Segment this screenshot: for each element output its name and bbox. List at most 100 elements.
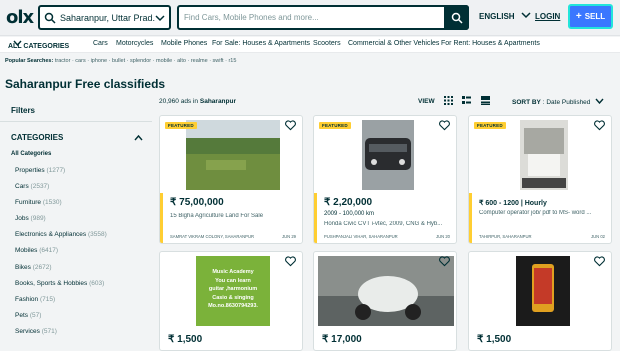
popular-searches: Popular Searches: tractor · cars · iphon… — [5, 58, 236, 64]
listing-price: ₹ 600 - 1200 | Hourly — [479, 200, 547, 207]
catbar-item-mobile-phones[interactable]: Mobile Phones — [161, 40, 207, 47]
listing-title: Honda Civic CVT i-vtec, 2009, CNG & Hyb.… — [324, 221, 443, 227]
category-count: (603) — [89, 279, 105, 287]
search-input[interactable]: Find Cars, Mobile Phones and more... — [177, 5, 469, 30]
listing-image — [516, 256, 570, 326]
results-count: 20,960 ads in Saharanpur — [159, 98, 236, 105]
listing-price: ₹ 2,20,000 — [324, 197, 373, 208]
featured-badge: FEATURED — [319, 122, 351, 129]
all-categories-menu[interactable]: ALL CATEGORIES — [8, 40, 69, 50]
login-link[interactable]: LOGIN — [535, 12, 560, 21]
listing-title: 15 Bigha Agriculture Land For Sale — [170, 213, 264, 219]
category-item[interactable]: Pets (57) — [15, 312, 107, 328]
category-item[interactable]: Furniture (1530) — [15, 199, 107, 215]
category-label: Mobiles — [15, 247, 38, 255]
category-count: (1530) — [42, 199, 62, 207]
listing-location: TAHIRPUR, SAHARANPUR — [479, 234, 532, 239]
location-select[interactable]: Saharanpur, Uttar Prad... — [38, 5, 171, 30]
category-count: (6417) — [39, 247, 59, 255]
heart-icon[interactable] — [594, 120, 605, 131]
listing-date: JUN 02 — [591, 234, 605, 239]
chevron-down-icon — [595, 98, 604, 105]
featured-strip — [314, 193, 317, 243]
category-label: Pets — [15, 311, 29, 319]
category-item[interactable]: Books, Sports & Hobbies (603) — [15, 280, 107, 296]
listing-card[interactable]: FEATURED ₹ 600 - 1200 | Hourly Computer … — [468, 115, 612, 244]
catbar-item-houses-rent[interactable]: For Rent: Houses & Apartments — [441, 40, 540, 47]
category-count: (2537) — [30, 183, 50, 191]
filters-heading: Filters — [11, 106, 36, 115]
search-button[interactable] — [444, 5, 469, 30]
listing-card[interactable]: Music Academy You can learn guitar ,harm… — [159, 251, 303, 351]
listing-card[interactable]: ₹ 17,000 — [313, 251, 457, 351]
heart-icon[interactable] — [439, 120, 450, 131]
category-count: (715) — [39, 295, 56, 303]
popular-search-terms[interactable]: tractor · cars · iphone · bullet · splen… — [55, 58, 237, 64]
heart-icon[interactable] — [285, 120, 296, 131]
catbar-item-commercial-vehicles[interactable]: Commercial & Other Vehicles — [348, 40, 439, 47]
results-place: Saharanpur — [199, 98, 236, 105]
listing-image — [318, 256, 454, 326]
featured-badge: FEATURED — [474, 122, 506, 129]
search-icon — [451, 12, 463, 24]
category-item[interactable]: Fashion (715) — [15, 296, 107, 312]
category-count: (3558) — [88, 231, 107, 239]
category-bar: ALL CATEGORIES Cars Motorcycles Mobile P… — [0, 37, 620, 53]
listing-image — [520, 120, 568, 190]
category-count: (57) — [29, 311, 42, 319]
sort-select[interactable]: SORT BY : Date Published — [512, 98, 604, 106]
chevron-up-icon[interactable] — [134, 134, 143, 141]
category-list: Properties (1277) Cars (2537) Furniture … — [15, 167, 107, 344]
listing-image — [186, 120, 280, 190]
page-title: Saharanpur Free classifieds — [5, 77, 166, 91]
category-item[interactable]: Bikes (2672) — [15, 264, 107, 280]
category-item[interactable]: Properties (1277) — [15, 167, 107, 183]
catbar-item-cars[interactable]: Cars — [93, 40, 108, 47]
listing-location: PUSHPANJALI VIHAR, SAHARANPUR — [324, 234, 398, 239]
category-item[interactable]: Mobiles (6417) — [15, 247, 107, 263]
olx-logo[interactable]: olx — [6, 7, 34, 28]
category-item[interactable]: Electronics & Appliances (3558) — [15, 231, 107, 247]
gallery-view-icon[interactable] — [481, 96, 490, 105]
sell-button[interactable]: + SELL — [568, 4, 613, 29]
heart-icon[interactable] — [594, 256, 605, 267]
listing-card[interactable]: FEATURED ₹ 75,00,000 15 Bigha Agricultur… — [159, 115, 303, 244]
catbar-item-motorcycles[interactable]: Motorcycles — [116, 40, 153, 47]
heart-icon[interactable] — [285, 256, 296, 267]
view-label: VIEW — [418, 98, 435, 105]
category-count: (571) — [41, 327, 57, 335]
grid-view-icon[interactable] — [444, 96, 453, 105]
category-item[interactable]: Services (571) — [15, 328, 107, 344]
catbar-item-houses-sale[interactable]: For Sale: Houses & Apartments — [212, 40, 310, 47]
chevron-down-icon — [521, 12, 531, 19]
listing-year-km: 2009 - 100,000 km — [324, 211, 375, 217]
catbar-item-scooters[interactable]: Scooters — [313, 40, 341, 47]
listing-image — [362, 120, 414, 190]
heart-icon[interactable] — [439, 256, 450, 267]
search-icon — [44, 12, 56, 24]
listing-card[interactable]: ₹ 1,500 — [468, 251, 612, 351]
featured-strip — [469, 193, 472, 243]
plus-icon: + — [575, 11, 582, 22]
all-categories-link[interactable]: All Categories — [11, 151, 51, 157]
listing-card[interactable]: FEATURED ₹ 2,20,000 2009 - 100,000 km Ho… — [313, 115, 457, 244]
categories-heading[interactable]: CATEGORIES — [11, 133, 63, 142]
category-label: Jobs — [15, 215, 29, 223]
listing-price: ₹ 1,500 — [477, 334, 512, 345]
listing-date: JUN 29 — [282, 234, 296, 239]
category-item[interactable]: Jobs (989) — [15, 215, 107, 231]
listing-title: Computer operator job/ pdf to MS- word .… — [479, 210, 592, 216]
category-label: Furniture — [15, 199, 42, 207]
results-text: ads in — [180, 98, 199, 105]
category-item[interactable]: Cars (2537) — [15, 183, 107, 199]
list-view-icon[interactable] — [462, 96, 471, 105]
featured-badge: FEATURED — [165, 122, 197, 129]
listing-date: JUN 20 — [436, 234, 450, 239]
language-select[interactable]: ENGLISH — [479, 12, 531, 21]
divider — [0, 121, 152, 122]
listing-price: ₹ 75,00,000 — [170, 197, 224, 208]
sell-label: SELL — [584, 12, 606, 21]
top-header: olx Saharanpur, Uttar Prad... Find Cars,… — [0, 0, 620, 36]
category-label: Electronics & Appliances — [15, 231, 87, 239]
category-label: Bikes — [15, 263, 31, 271]
